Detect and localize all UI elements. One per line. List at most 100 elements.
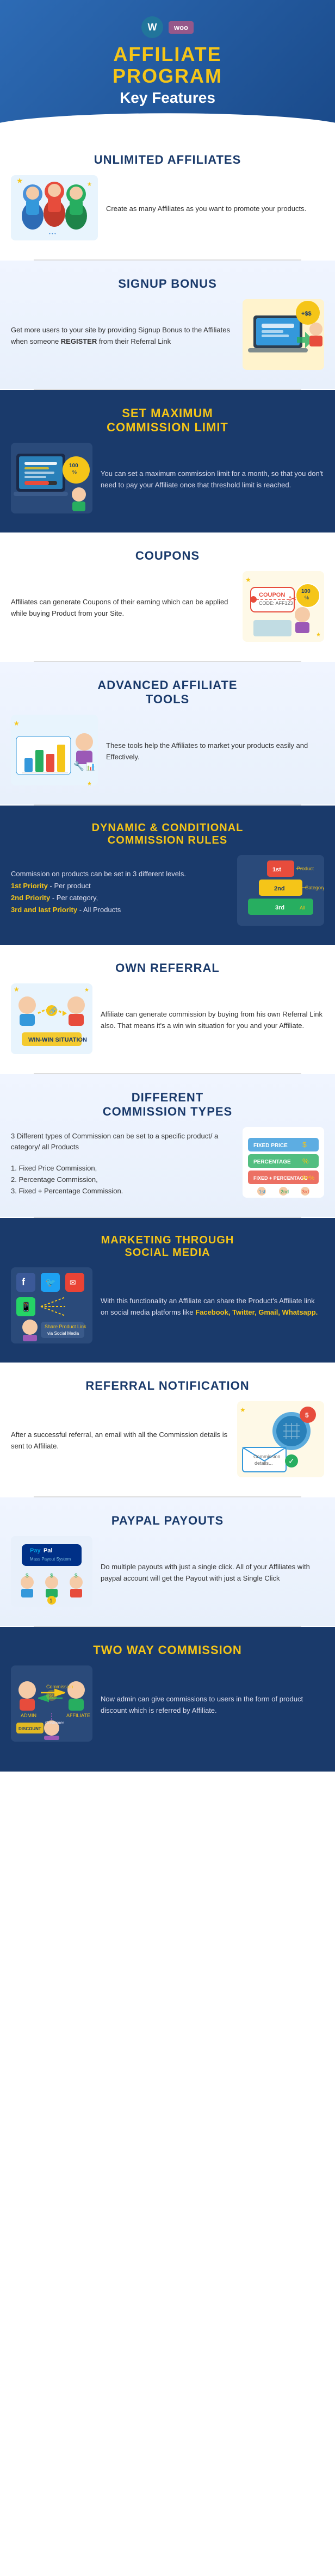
section-content-social: f 🐦 ✉ 📱 Share Product Link via S <box>11 1267 324 1346</box>
section-content-unlimited: ★ ★ • • • Create as many Affiliates as y… <box>11 175 324 243</box>
svg-text:via Social Media: via Social Media <box>47 1331 79 1336</box>
section-content-rules: Commission on products can be set in 3 d… <box>11 855 324 928</box>
svg-text:f: f <box>22 1277 26 1287</box>
section-title-unlimited: UNLIMITED AFFILIATES <box>11 153 324 167</box>
image-rules: 1st 2nd 3rd Product Category All <box>237 855 324 928</box>
image-coupons: COUPON CODE: AFF123 ✂ 100 % ★ ★ <box>243 571 324 645</box>
svg-text:CODE: AFF123: CODE: AFF123 <box>259 600 293 606</box>
section-referral-notification: REFERRAL NOTIFICATION After a successful… <box>0 1363 335 1496</box>
text-paypal: Do multiple payouts with just a single c… <box>101 1562 324 1584</box>
text-tools: These tools help the Affiliates to marke… <box>106 740 324 763</box>
section-title-commission-limit: SET MAXIMUMCOMMISSION LIMIT <box>11 406 324 435</box>
section-content-commission-limit: 100 % You can set a maximum commission l… <box>11 443 324 516</box>
section-title-two-way: TWO WAY COMMISSION <box>11 1643 324 1657</box>
text-social-media: With this functionality an Affiliate can… <box>101 1296 324 1318</box>
header-title: AFFILIATEPROGRAM <box>11 44 324 86</box>
section-title-tools: ADVANCED AFFILIATETOOLS <box>11 678 324 707</box>
section-title-referral: OWN REFERRAL <box>11 961 324 975</box>
svg-text:• • •: • • • <box>49 231 56 236</box>
section-content-tools: 🔧 📊 ★ ★ These tools help the Affiliates … <box>11 715 324 788</box>
svg-text:★: ★ <box>245 576 251 584</box>
svg-text:ADMIN: ADMIN <box>21 1713 36 1718</box>
section-content-paypal: Pay Pal Mass Payout System $ $ $ 1 Do m <box>11 1536 324 1609</box>
section-title-coupons: COUPONS <box>11 549 324 563</box>
section-paypal-payouts: PAYPAL PAYOUTS Pay Pal Mass Payout Syste… <box>0 1497 335 1626</box>
section-title-social: MARKETING THROUGHSOCIAL MEDIA <box>11 1234 324 1259</box>
image-signup: +$$ <box>243 299 324 373</box>
woo-badge: woo <box>169 21 194 34</box>
svg-text:1st: 1st <box>272 866 281 873</box>
svg-text:AFFILIATE: AFFILIATE <box>66 1713 90 1718</box>
image-two-way: ADMIN AFFILIATE Commission <box>11 1665 92 1744</box>
svg-text:★: ★ <box>14 720 20 727</box>
header: W woo AFFILIATEPROGRAM Key Features <box>0 0 335 128</box>
svg-text:🐦: 🐦 <box>45 1278 56 1287</box>
svg-text:PERCENTAGE: PERCENTAGE <box>253 1159 291 1165</box>
wordpress-logo: W <box>141 16 163 38</box>
svg-text:✓: ✓ <box>288 1457 295 1465</box>
svg-text:$: $ <box>302 1140 307 1149</box>
svg-text:★: ★ <box>316 632 321 638</box>
svg-text:%: % <box>302 1157 309 1165</box>
svg-text:★: ★ <box>240 1406 246 1414</box>
svg-text:2nd: 2nd <box>274 886 285 892</box>
section-title-notification: REFERRAL NOTIFICATION <box>11 1379 324 1393</box>
svg-text:100: 100 <box>301 589 311 595</box>
svg-text:📱: 📱 <box>21 1302 32 1312</box>
section-commission-rules: DYNAMIC & CONDITIONALCOMMISSION RULES Co… <box>0 806 335 945</box>
section-unlimited-affiliates: UNLIMITED AFFILIATES <box>0 128 335 259</box>
section-content-coupons: Affiliates can generate Coupons of their… <box>11 571 324 645</box>
svg-text:$: $ <box>26 1573 29 1579</box>
header-logos: W woo <box>11 16 324 38</box>
svg-text:Pay: Pay <box>30 1547 41 1554</box>
text-coupons: Affiliates can generate Coupons of their… <box>11 597 234 620</box>
section-title-types: DIFFERENTCOMMISSION TYPES <box>11 1091 324 1119</box>
svg-text:3rd: 3rd <box>275 905 284 911</box>
svg-text:5: 5 <box>305 1411 309 1419</box>
text-commission-limit: You can set a maximum commission limit f… <box>101 468 324 491</box>
section-content-referral: 🔗 WIN-WIN SITUATION ★ ★ Affiliate can ge… <box>11 983 324 1057</box>
section-content-types: 3 Different types of Commission can be s… <box>11 1127 324 1200</box>
text-own-referral: Affiliate can generate commission by buy… <box>101 1009 324 1032</box>
svg-text:★: ★ <box>84 987 89 993</box>
image-commission-limit: 100 % <box>11 443 92 516</box>
svg-text:🔧: 🔧 <box>73 761 84 771</box>
svg-text:★: ★ <box>87 781 92 785</box>
image-unlimited: ★ ★ • • • <box>11 175 98 243</box>
text-notification: After a successful referral, an email wi… <box>11 1429 229 1452</box>
svg-text:Mass Payout System: Mass Payout System <box>30 1557 71 1562</box>
svg-text:%: % <box>72 469 77 475</box>
svg-text:1st: 1st <box>259 1189 266 1194</box>
svg-text:WIN-WIN SITUATION: WIN-WIN SITUATION <box>28 1037 87 1043</box>
svg-text:Commission: Commission <box>253 1454 281 1459</box>
svg-text:★: ★ <box>14 986 20 993</box>
section-own-referral: OWN REFERRAL 🔗 WIN-WIN SITUATION <box>0 945 335 1073</box>
section-signup-bonus: SIGNUP BONUS Get more users to your site… <box>0 261 335 389</box>
section-social-media: MARKETING THROUGHSOCIAL MEDIA f 🐦 ✉ 📱 <box>0 1218 335 1363</box>
section-title-paypal: PAYPAL PAYOUTS <box>11 1514 324 1528</box>
section-two-way-commission: TWO WAY COMMISSION ADMIN <box>0 1627 335 1772</box>
svg-text:$+%: $+% <box>302 1175 315 1181</box>
svg-text:Share Product Link: Share Product Link <box>45 1324 86 1329</box>
section-content-two-way: ADMIN AFFILIATE Commission <box>11 1665 324 1744</box>
svg-text:FIXED + PERCENTAGE: FIXED + PERCENTAGE <box>253 1175 307 1181</box>
svg-text:Commission: Commission <box>46 1684 73 1689</box>
header-wave <box>0 113 335 129</box>
text-two-way-commission: Now admin can give commissions to users … <box>101 1694 324 1717</box>
svg-text:%: % <box>305 595 309 600</box>
text-unlimited: Create as many Affiliates as you want to… <box>106 203 324 215</box>
svg-text:📊: 📊 <box>86 762 95 771</box>
image-referral: 🔗 WIN-WIN SITUATION ★ ★ <box>11 983 92 1057</box>
image-social: f 🐦 ✉ 📱 Share Product Link via S <box>11 1267 92 1346</box>
svg-text:DISCOUNT: DISCOUNT <box>18 1726 41 1731</box>
image-commission-types: FIXED PRICE $ PERCENTAGE % FIXED + PERCE… <box>243 1127 324 1200</box>
svg-text:3rd: 3rd <box>302 1189 309 1194</box>
svg-text:🔗: 🔗 <box>49 1006 57 1014</box>
section-commission-limit: SET MAXIMUMCOMMISSION LIMIT 100 % <box>0 390 335 532</box>
svg-text:details...: details... <box>255 1460 273 1466</box>
svg-text:FIXED PRICE: FIXED PRICE <box>253 1143 288 1149</box>
svg-text:+$$: +$$ <box>301 311 312 317</box>
image-notification: 5 Commission details... ✓ ★ <box>237 1401 324 1480</box>
svg-text:$: $ <box>75 1573 78 1579</box>
text-commission-types: 3 Different types of Commission can be s… <box>11 1131 234 1197</box>
